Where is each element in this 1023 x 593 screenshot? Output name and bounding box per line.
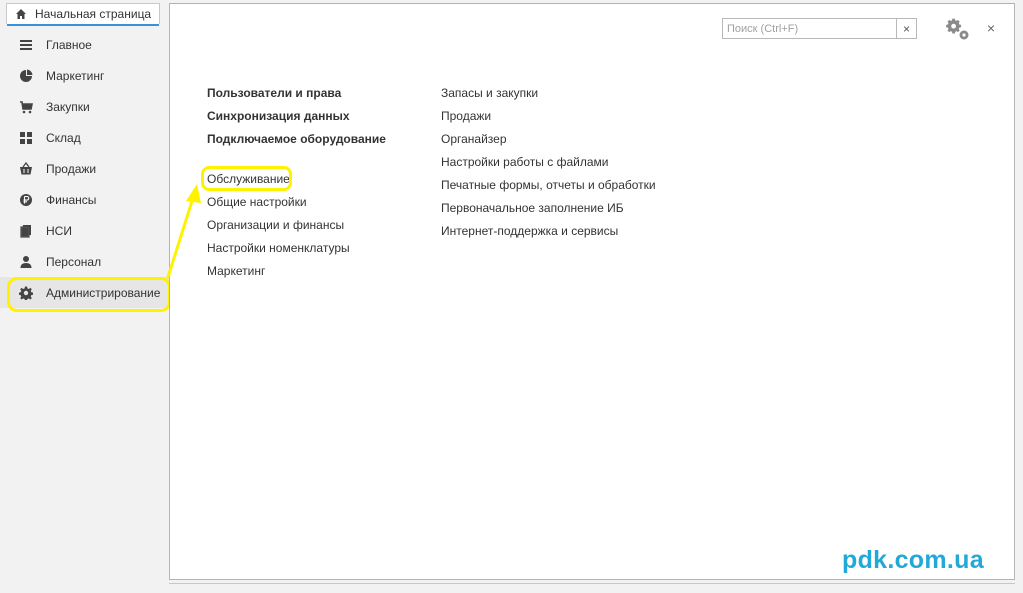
sidebar-item-nsi[interactable]: НСИ: [0, 215, 170, 246]
sidebar-item-label: НСИ: [46, 223, 72, 238]
link-nomenclature-settings[interactable]: Настройки номенклатуры: [207, 241, 350, 255]
link-maintenance[interactable]: Обслуживание: [207, 172, 290, 186]
search-clear-button[interactable]: ×: [896, 19, 916, 38]
bottom-divider: [169, 583, 1015, 584]
link-organizer[interactable]: Органайзер: [441, 132, 507, 146]
sidebar-item-label: Продажи: [46, 161, 97, 176]
sidebar-item-personnel[interactable]: Персонал: [0, 246, 170, 277]
settings-button[interactable]: [946, 17, 970, 41]
link-data-sync[interactable]: Синхронизация данных: [207, 109, 350, 123]
sidebar-item-main[interactable]: Главное: [0, 29, 170, 60]
search-input[interactable]: [723, 19, 896, 38]
sidebar-item-label: Финансы: [46, 192, 97, 207]
link-print-forms[interactable]: Печатные формы, отчеты и обработки: [441, 178, 656, 192]
gear-icon: [19, 286, 33, 300]
sidebar-item-label: Маркетинг: [46, 68, 105, 83]
sidebar-item-label: Склад: [46, 130, 81, 145]
warehouse-grid-icon: [19, 131, 33, 145]
sidebar-item-label: Администрирование: [46, 285, 161, 300]
home-tab-label: Начальная страница: [35, 7, 152, 21]
basket-icon: [19, 161, 33, 176]
sidebar: Главное Маркетинг Закупки Склад Продажи …: [0, 29, 170, 593]
sidebar-item-warehouse[interactable]: Склад: [0, 122, 170, 153]
sidebar-item-purchases[interactable]: Закупки: [0, 91, 170, 122]
sidebar-item-sales[interactable]: Продажи: [0, 153, 170, 184]
currency-icon: [19, 193, 33, 207]
gears-icon: [946, 18, 969, 40]
sidebar-item-label: Персонал: [46, 254, 102, 269]
link-stock-purchases[interactable]: Запасы и закупки: [441, 86, 538, 100]
sidebar-item-label: Закупки: [46, 99, 90, 114]
link-general-settings[interactable]: Общие настройки: [207, 195, 307, 209]
sidebar-item-marketing[interactable]: Маркетинг: [0, 60, 170, 91]
person-icon: [19, 255, 33, 269]
sidebar-item-administration[interactable]: Администрирование: [0, 277, 170, 308]
link-internet-support[interactable]: Интернет-поддержка и сервисы: [441, 224, 618, 238]
link-marketing[interactable]: Маркетинг: [207, 264, 265, 278]
main-panel: × × Пользователи и права Синхронизация д…: [169, 3, 1015, 580]
documents-icon: [19, 224, 33, 238]
search-box: ×: [722, 18, 917, 39]
link-initial-fill[interactable]: Первоначальное заполнение ИБ: [441, 201, 624, 215]
link-organizations-finance[interactable]: Организации и финансы: [207, 218, 344, 232]
link-sales[interactable]: Продажи: [441, 109, 491, 123]
home-tab[interactable]: Начальная страница: [6, 3, 160, 26]
sidebar-item-label: Главное: [46, 37, 92, 52]
home-icon: [16, 9, 26, 19]
cart-icon: [19, 100, 33, 114]
close-button[interactable]: ×: [985, 20, 997, 36]
pie-chart-icon: [19, 69, 33, 83]
sidebar-item-finance[interactable]: Финансы: [0, 184, 170, 215]
watermark: pdk.com.ua: [842, 546, 984, 574]
link-users-rights[interactable]: Пользователи и права: [207, 86, 341, 100]
link-connected-equipment[interactable]: Подключаемое оборудование: [207, 132, 386, 146]
list-icon: [19, 38, 33, 52]
link-file-settings[interactable]: Настройки работы с файлами: [441, 155, 608, 169]
